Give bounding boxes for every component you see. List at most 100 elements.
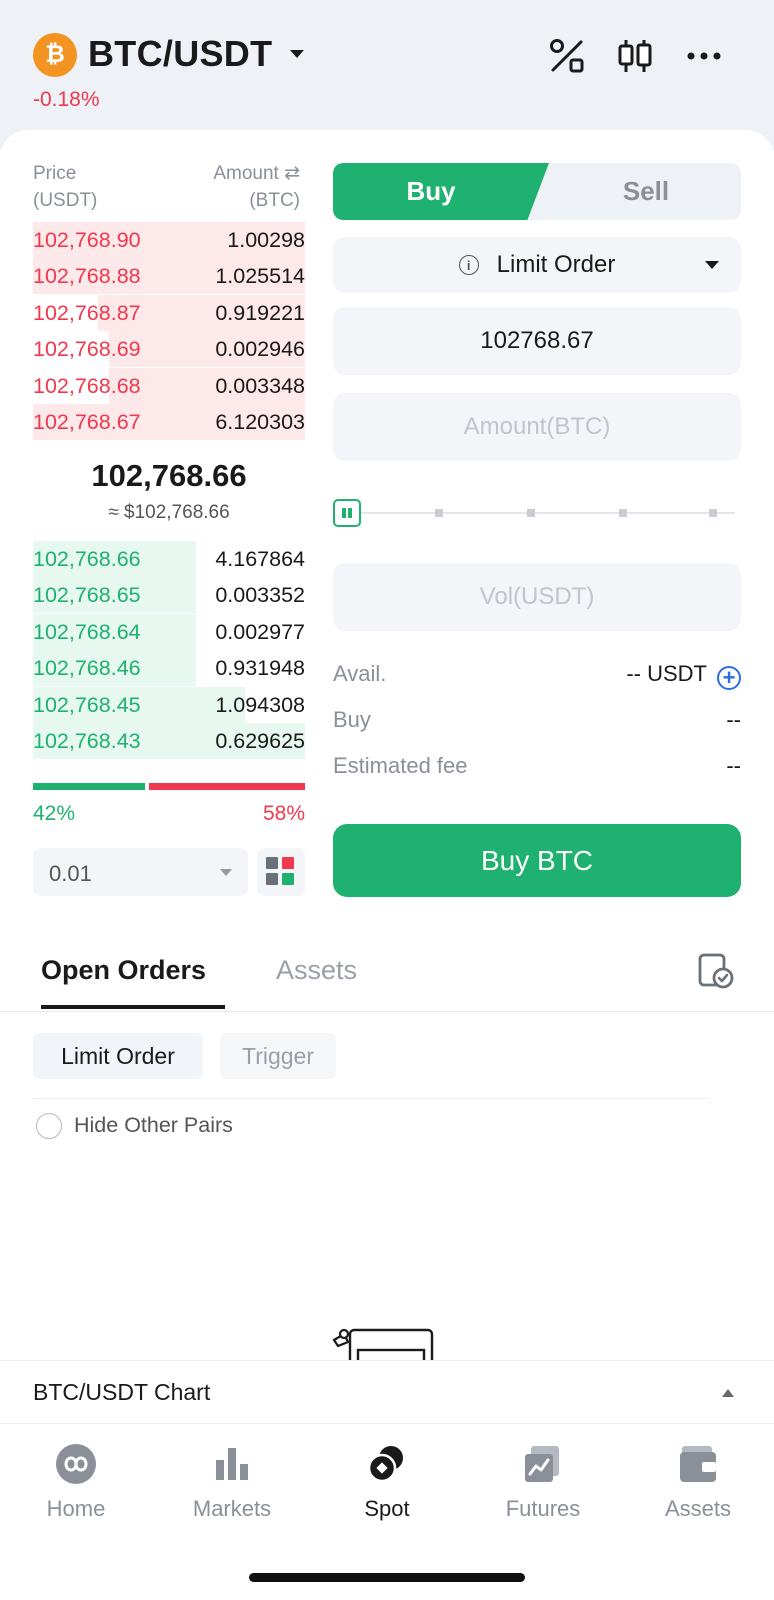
ask-row[interactable]: 102,768.90 1.00298 bbox=[33, 222, 305, 258]
bid-price: 102,768.46 bbox=[33, 656, 141, 681]
order-type-select[interactable]: i Limit Order bbox=[333, 237, 741, 293]
ask-price: 102,768.90 bbox=[33, 228, 141, 252]
nav-futures[interactable]: Futures bbox=[483, 1442, 603, 1522]
buy-btc-button[interactable]: Buy BTC bbox=[333, 824, 741, 897]
hide-other-pairs-toggle[interactable]: Hide Other Pairs bbox=[36, 1113, 233, 1139]
amount-slider[interactable] bbox=[333, 497, 741, 529]
ask-row[interactable]: 102,768.87 0.919221 bbox=[33, 294, 305, 331]
hide-other-pairs-label: Hide Other Pairs bbox=[74, 1113, 233, 1137]
amount-column-header[interactable]: Amount ⇄ (BTC) bbox=[213, 160, 300, 214]
bid-row[interactable]: 102,768.64 0.002977 bbox=[33, 613, 305, 650]
bid-row[interactable]: 102,768.45 1.094308 bbox=[33, 686, 305, 723]
nav-spot[interactable]: Spot bbox=[327, 1442, 447, 1522]
home-indicator bbox=[249, 1573, 525, 1582]
order-history-icon[interactable] bbox=[697, 952, 735, 990]
nav-assets-label: Assets bbox=[664, 1496, 732, 1521]
available-label: Avail. bbox=[333, 661, 387, 686]
bid-row[interactable]: 102,768.46 0.931948 bbox=[33, 650, 305, 687]
bid-amount: 0.629625 bbox=[215, 729, 305, 753]
available-value: -- USDT + bbox=[626, 661, 741, 690]
orderbook-layout-button[interactable] bbox=[257, 848, 305, 896]
chevron-up-icon[interactable] bbox=[722, 1389, 734, 1397]
available-row: Avail. -- USDT + bbox=[333, 661, 741, 691]
ask-amount: 1.00298 bbox=[227, 228, 305, 252]
bid-amount: 1.094308 bbox=[215, 692, 305, 717]
nav-assets[interactable]: Assets bbox=[638, 1442, 758, 1522]
filter-trigger[interactable]: Trigger bbox=[220, 1033, 336, 1079]
ask-amount: 0.919221 bbox=[215, 300, 305, 325]
bid-price: 102,768.65 bbox=[33, 583, 141, 608]
fee-label: Estimated fee bbox=[333, 753, 468, 778]
fee-value: -- bbox=[726, 753, 741, 778]
btc-coin-icon: ₿ bbox=[33, 33, 77, 77]
layout-cell bbox=[266, 873, 278, 885]
available-amount: -- USDT bbox=[626, 661, 707, 686]
bid-row[interactable]: 102,768.66 4.167864 bbox=[33, 541, 305, 577]
tab-assets[interactable]: Assets bbox=[276, 955, 357, 986]
ask-amount: 0.003348 bbox=[215, 373, 305, 398]
price-change: -0.18% bbox=[33, 88, 100, 111]
sell-ratio-label: 58% bbox=[262, 802, 305, 825]
slider-handle[interactable] bbox=[333, 499, 361, 527]
header: ₿ BTC/USDT -0.18% bbox=[0, 0, 774, 150]
price-header-label: Price bbox=[33, 163, 77, 184]
volume-input[interactable]: Vol(USDT) bbox=[333, 563, 741, 631]
bid-row[interactable]: 102,768.43 0.629625 bbox=[33, 723, 305, 759]
bid-amount: 4.167864 bbox=[215, 547, 305, 571]
slider-step-75[interactable] bbox=[619, 509, 627, 517]
filter-limit-order[interactable]: Limit Order bbox=[33, 1033, 203, 1079]
price-header-unit: (USDT) bbox=[33, 190, 98, 211]
ask-price: 102,768.68 bbox=[33, 373, 141, 398]
price-column-header: Price (USDT) bbox=[33, 160, 97, 214]
fee-row: Estimated fee -- bbox=[333, 753, 741, 783]
bid-amount: 0.931948 bbox=[215, 656, 305, 681]
spot-icon bbox=[367, 1446, 403, 1483]
chevron-down-icon[interactable] bbox=[290, 50, 304, 58]
ask-row[interactable]: 102,768.69 0.002946 bbox=[33, 331, 305, 368]
slider-step-100[interactable] bbox=[709, 509, 717, 517]
info-icon[interactable]: i bbox=[458, 255, 479, 275]
buy-sell-tabs: Buy Sell bbox=[333, 163, 741, 220]
price-input[interactable]: 102768.67 bbox=[333, 307, 741, 375]
precision-value: 0.01 bbox=[49, 861, 92, 886]
tab-buy[interactable]: Buy bbox=[333, 163, 549, 220]
tab-open-orders[interactable]: Open Orders bbox=[41, 955, 206, 986]
bid-row[interactable]: 102,768.65 0.003352 bbox=[33, 577, 305, 614]
bid-price: 102,768.64 bbox=[33, 619, 141, 644]
more-icon[interactable] bbox=[684, 36, 724, 76]
percent-swap-icon[interactable] bbox=[547, 36, 587, 76]
bid-amount: 0.002977 bbox=[215, 619, 305, 644]
slider-track bbox=[361, 512, 735, 514]
buy-ratio-label: 42% bbox=[33, 802, 76, 825]
ask-price: 102,768.87 bbox=[33, 300, 141, 325]
layout-cell bbox=[282, 857, 294, 869]
deposit-plus-icon[interactable]: + bbox=[717, 666, 741, 690]
buy-sell-ratio-bar bbox=[33, 783, 305, 790]
bid-price: 102,768.43 bbox=[33, 729, 141, 753]
slider-step-25[interactable] bbox=[435, 509, 443, 517]
pair-selector[interactable]: BTC/USDT bbox=[88, 33, 272, 75]
candlestick-icon[interactable] bbox=[615, 36, 655, 76]
radio-icon[interactable] bbox=[36, 1113, 62, 1139]
amount-input[interactable]: Amount(BTC) bbox=[333, 393, 741, 461]
chart-toggle-label: BTC/USDT Chart bbox=[33, 1379, 211, 1405]
ask-row[interactable]: 102,768.68 0.003348 bbox=[33, 367, 305, 404]
last-price[interactable]: 102,768.66 bbox=[33, 458, 305, 494]
last-price-usd: ≈ $102,768.66 bbox=[108, 502, 230, 523]
nav-markets[interactable]: Markets bbox=[172, 1442, 292, 1522]
ask-amount: 0.002946 bbox=[215, 337, 305, 362]
amount-header-label[interactable]: Amount ⇄ bbox=[213, 160, 300, 187]
buy-amount-row: Buy -- bbox=[333, 707, 741, 737]
buy-amount-label: Buy bbox=[333, 707, 371, 732]
slider-step-50[interactable] bbox=[527, 509, 535, 517]
precision-select[interactable]: 0.01 bbox=[33, 848, 248, 896]
ask-price: 102,768.88 bbox=[33, 264, 141, 289]
empty-state-illustration bbox=[330, 1326, 442, 1360]
divider bbox=[0, 1011, 774, 1012]
tab-sell[interactable]: Sell bbox=[551, 163, 741, 220]
bid-price: 102,768.45 bbox=[33, 692, 141, 717]
chart-toggle-bar[interactable]: BTC/USDT Chart bbox=[0, 1360, 774, 1424]
ask-row[interactable]: 102,768.67 6.120303 bbox=[33, 404, 305, 440]
ask-row[interactable]: 102,768.88 1.025514 bbox=[33, 258, 305, 295]
nav-home[interactable]: Home bbox=[16, 1442, 136, 1522]
